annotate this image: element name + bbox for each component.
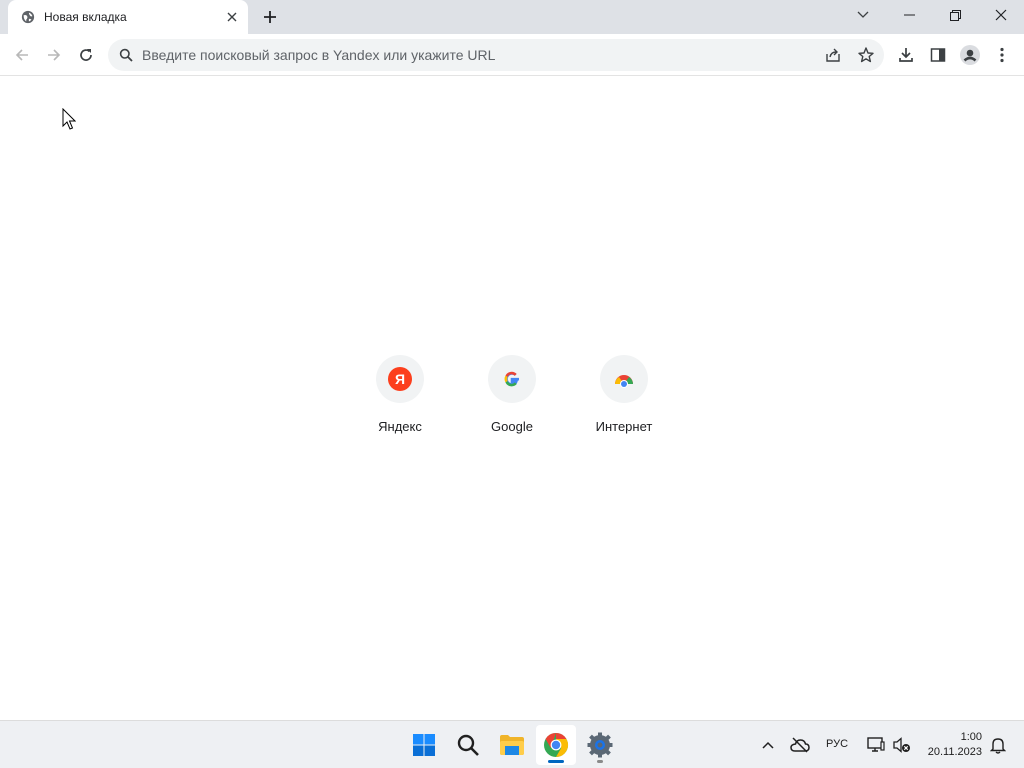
search-icon bbox=[119, 48, 133, 62]
side-panel-button[interactable] bbox=[926, 43, 950, 67]
globe-icon bbox=[21, 10, 35, 24]
restore-button[interactable] bbox=[932, 0, 978, 30]
reload-icon bbox=[80, 49, 92, 61]
chevron-up-icon bbox=[762, 741, 774, 749]
star-icon[interactable] bbox=[857, 46, 875, 64]
shortcut-icon-bg: Я bbox=[376, 355, 424, 403]
toolbar: Введите поисковый запрос в Yandex или ук… bbox=[0, 34, 1024, 76]
windows-start-icon bbox=[413, 734, 435, 756]
shortcut-icon-bg bbox=[600, 355, 648, 403]
forward-button[interactable] bbox=[42, 43, 66, 67]
taskbar-search-button[interactable] bbox=[448, 725, 488, 765]
network-button[interactable] bbox=[866, 735, 886, 755]
plus-icon bbox=[264, 11, 276, 23]
share-icon[interactable] bbox=[824, 46, 842, 64]
chevron-down-icon bbox=[857, 11, 869, 18]
tab-search-button[interactable] bbox=[840, 0, 886, 30]
tab-close-button[interactable] bbox=[224, 9, 240, 25]
download-icon bbox=[899, 48, 913, 62]
search-icon bbox=[457, 734, 479, 756]
clock-date: 20.11.2023 bbox=[927, 746, 982, 758]
bell-icon bbox=[990, 738, 1006, 754]
shortcut-label: Яндекс bbox=[378, 419, 422, 434]
show-hidden-icons-button[interactable] bbox=[758, 735, 778, 755]
restore-icon bbox=[949, 9, 961, 21]
new-tab-page: Я Яндекс Google Интернет bbox=[0, 77, 1024, 720]
taskbar-settings-button[interactable] bbox=[580, 725, 620, 765]
address-bar[interactable]: Введите поисковый запрос в Yandex или ук… bbox=[108, 39, 884, 71]
volume-button[interactable] bbox=[892, 735, 912, 755]
tab-new-tab[interactable]: Новая вкладка bbox=[8, 0, 248, 34]
back-button[interactable] bbox=[10, 43, 34, 67]
tab-title: Новая вкладка bbox=[44, 10, 127, 24]
volume-muted-icon bbox=[893, 737, 910, 753]
chrome-icon bbox=[544, 733, 569, 757]
new-tab-button[interactable] bbox=[260, 7, 280, 27]
reload-button[interactable] bbox=[74, 43, 98, 67]
close-icon bbox=[995, 9, 1007, 21]
active-app-indicator bbox=[548, 760, 564, 763]
clock-time: 1:00 bbox=[960, 731, 982, 743]
clock[interactable]: 1:00 20.11.2023 bbox=[918, 730, 982, 760]
input-language-indicator[interactable]: РУС bbox=[826, 738, 848, 750]
folder-icon bbox=[500, 735, 524, 755]
yandex-glyph: Я bbox=[395, 371, 405, 387]
profile-icon bbox=[960, 45, 980, 65]
gear-icon bbox=[587, 732, 613, 758]
shortcut-label: Google bbox=[491, 419, 533, 434]
onedrive-button[interactable] bbox=[790, 735, 810, 755]
chrome-web-store-icon bbox=[615, 375, 633, 388]
downloads-button[interactable] bbox=[894, 43, 918, 67]
menu-button[interactable] bbox=[990, 43, 1014, 67]
address-bar-placeholder: Введите поисковый запрос в Yandex или ук… bbox=[142, 47, 496, 63]
google-icon bbox=[504, 371, 519, 387]
shortcut-yandex[interactable]: Я Яндекс bbox=[344, 347, 456, 443]
cloud-offline-icon bbox=[790, 737, 810, 753]
shortcut-internet[interactable]: Интернет bbox=[568, 347, 680, 443]
shortcut-label: Интернет bbox=[595, 419, 653, 434]
taskbar-explorer-button[interactable] bbox=[492, 725, 532, 765]
minimize-icon bbox=[903, 14, 915, 16]
shortcut-google[interactable]: Google bbox=[456, 347, 568, 443]
network-icon bbox=[867, 737, 885, 752]
mouse-cursor-icon bbox=[62, 108, 76, 130]
more-vert-icon bbox=[1000, 47, 1004, 63]
taskbar-start-button[interactable] bbox=[404, 725, 444, 765]
tab-strip: Новая вкладка bbox=[0, 0, 1024, 34]
side-panel-icon bbox=[930, 48, 946, 62]
shortcut-icon-bg bbox=[488, 355, 536, 403]
arrow-left-icon bbox=[15, 49, 28, 61]
minimize-button[interactable] bbox=[886, 0, 932, 30]
taskbar-chrome-button[interactable] bbox=[536, 725, 576, 765]
close-window-button[interactable] bbox=[978, 0, 1024, 30]
arrow-right-icon bbox=[48, 49, 61, 61]
close-icon bbox=[227, 12, 237, 22]
yandex-icon: Я bbox=[388, 367, 412, 391]
notifications-button[interactable] bbox=[988, 735, 1008, 755]
profile-button[interactable] bbox=[958, 43, 982, 67]
running-app-indicator bbox=[597, 760, 603, 763]
taskbar: РУС 1:00 20.11.2023 bbox=[0, 720, 1024, 768]
